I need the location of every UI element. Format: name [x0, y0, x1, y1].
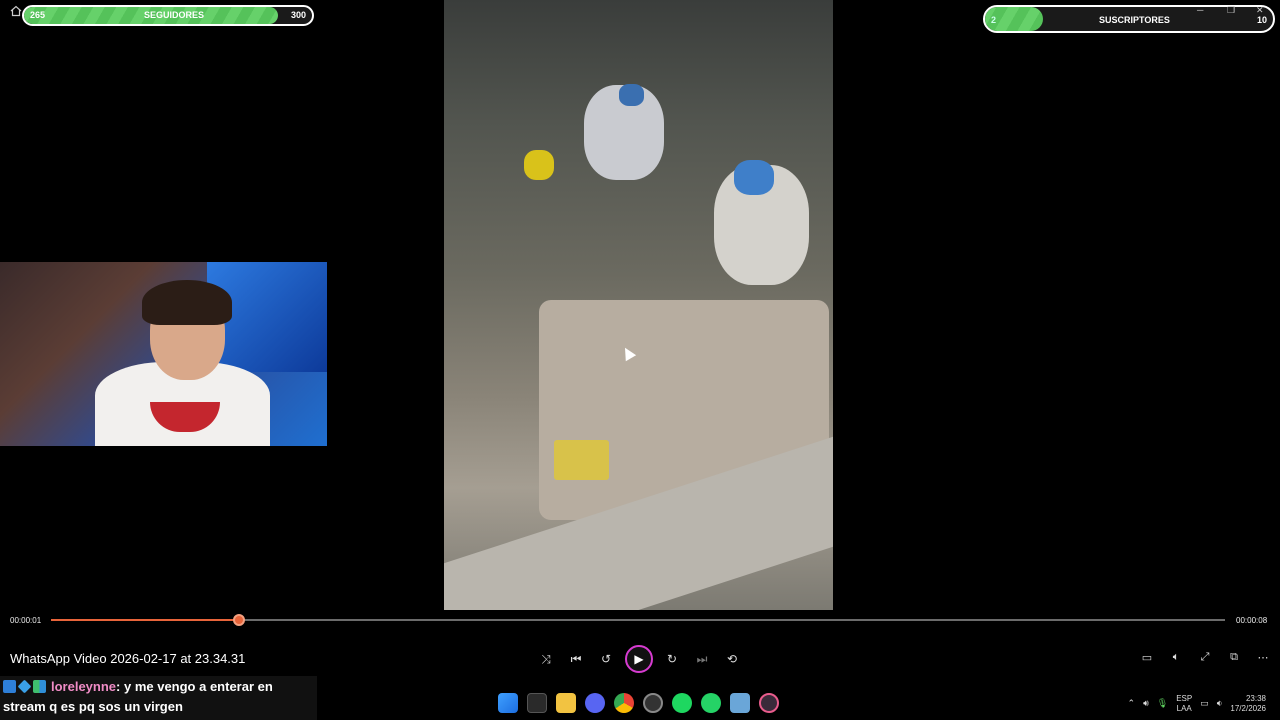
seek-bar-played	[51, 619, 239, 621]
photos-icon[interactable]	[730, 693, 750, 713]
badge-icon	[17, 679, 32, 694]
speaker-icon[interactable]: 🔉︎	[1217, 698, 1223, 709]
fullscreen-icon[interactable]: ⤢	[1198, 650, 1212, 664]
shuffle-icon[interactable]: ⤨	[535, 648, 557, 670]
warning-sticker	[554, 440, 609, 480]
spotify-icon[interactable]	[672, 693, 692, 713]
streamer-hair	[142, 280, 232, 325]
home-icon[interactable]	[10, 5, 22, 17]
seek-handle[interactable]	[232, 614, 245, 626]
whatsapp-icon[interactable]	[701, 693, 721, 713]
followers-current: 265	[30, 10, 46, 20]
repeat-off-icon[interactable]: ⟲	[721, 648, 743, 670]
chat-badges	[3, 679, 46, 694]
minimize-icon[interactable]: ─	[1197, 5, 1203, 15]
webcam-feed	[0, 262, 327, 446]
discord-icon[interactable]	[585, 693, 605, 713]
taskbar-apps	[498, 693, 779, 713]
volume-tray-icon[interactable]: 🔊︎	[1143, 698, 1149, 709]
chrome-icon[interactable]	[614, 693, 634, 713]
chat-message-text: : y me vengo a enterar en	[116, 679, 273, 694]
subscribers-goal: 10	[1256, 15, 1267, 25]
subtitles-icon[interactable]: ▭	[1140, 650, 1154, 664]
volume-icon[interactable]: 🔈︎	[1169, 650, 1183, 664]
close-icon[interactable]: ✕	[1256, 5, 1264, 16]
chat-username: loreleynne	[51, 679, 117, 694]
clock-time: 23:38	[1245, 693, 1266, 703]
elapsed-time: 00:00:01	[10, 616, 42, 625]
language-code: ESP	[1176, 693, 1193, 703]
play-button[interactable]: ▶	[625, 645, 653, 673]
badge-icon	[3, 680, 16, 693]
chat-message-line-1: loreleynne: y me vengo a enterar en	[51, 679, 273, 694]
file-explorer-icon[interactable]	[556, 693, 576, 713]
system-tray: ⌃ 🔊︎ 🎙︎ ESP LAA ▭ 🔉︎ 23:38 17/2/2026	[1128, 691, 1280, 716]
previous-icon[interactable]: ⏮	[565, 648, 587, 670]
washer-cap	[734, 160, 774, 195]
mini-player-icon[interactable]: ⧉	[1227, 650, 1241, 664]
followers-label: SEGUIDORES	[144, 10, 205, 20]
keyboard-layout: LAA	[1176, 703, 1192, 713]
total-time: 00:00:08	[1236, 616, 1268, 625]
followers-goal-bar: 265 SEGUIDORES 300	[22, 5, 314, 26]
next-icon[interactable]: ⏭	[691, 648, 713, 670]
subscribers-current: 2	[991, 15, 997, 25]
chevron-up-icon[interactable]: ⌃	[1128, 698, 1136, 709]
yellow-cap	[524, 150, 554, 180]
clock[interactable]: 23:38 17/2/2026	[1230, 694, 1266, 714]
microphone-icon[interactable]: 🎙︎	[1157, 698, 1168, 709]
video-frame[interactable]	[444, 0, 833, 610]
network-icon[interactable]: ▭	[1200, 698, 1209, 709]
more-icon[interactable]: ⋯	[1256, 650, 1270, 664]
subscribers-label: SUSCRIPTORES	[1099, 15, 1170, 25]
blue-cap	[619, 84, 644, 106]
restore-icon[interactable]: ❐	[1227, 5, 1235, 16]
language-indicator[interactable]: ESP LAA	[1176, 694, 1192, 714]
video-title: WhatsApp Video 2026-02-17 at 23.34.31	[10, 651, 246, 666]
followers-goal: 300	[290, 10, 306, 20]
clock-date: 17/2/2026	[1230, 703, 1266, 713]
media-player-icon[interactable]	[759, 693, 779, 713]
obs-icon[interactable]	[643, 693, 663, 713]
forward-30-icon[interactable]: ↻	[661, 648, 683, 670]
badge-icon	[33, 680, 46, 693]
start-icon[interactable]	[498, 693, 518, 713]
desktop-screen: 265 SEGUIDORES 300 2 SUSCRIPTORES 10 ─ ❐…	[0, 0, 1280, 720]
playback-controls: ⤨ ⏮ ↺ ▶ ↻ ⏭ ⟲	[535, 645, 743, 673]
player-right-controls: ▭ 🔈︎ ⤢ ⧉ ⋯	[1140, 650, 1270, 664]
store-icon[interactable]	[527, 693, 547, 713]
chat-message-line-2: stream q es pq sos un virgen	[3, 699, 183, 714]
play-icon: ▶	[634, 652, 644, 666]
rewind-10-icon[interactable]: ↺	[595, 648, 617, 670]
seek-bar[interactable]	[51, 614, 1225, 626]
